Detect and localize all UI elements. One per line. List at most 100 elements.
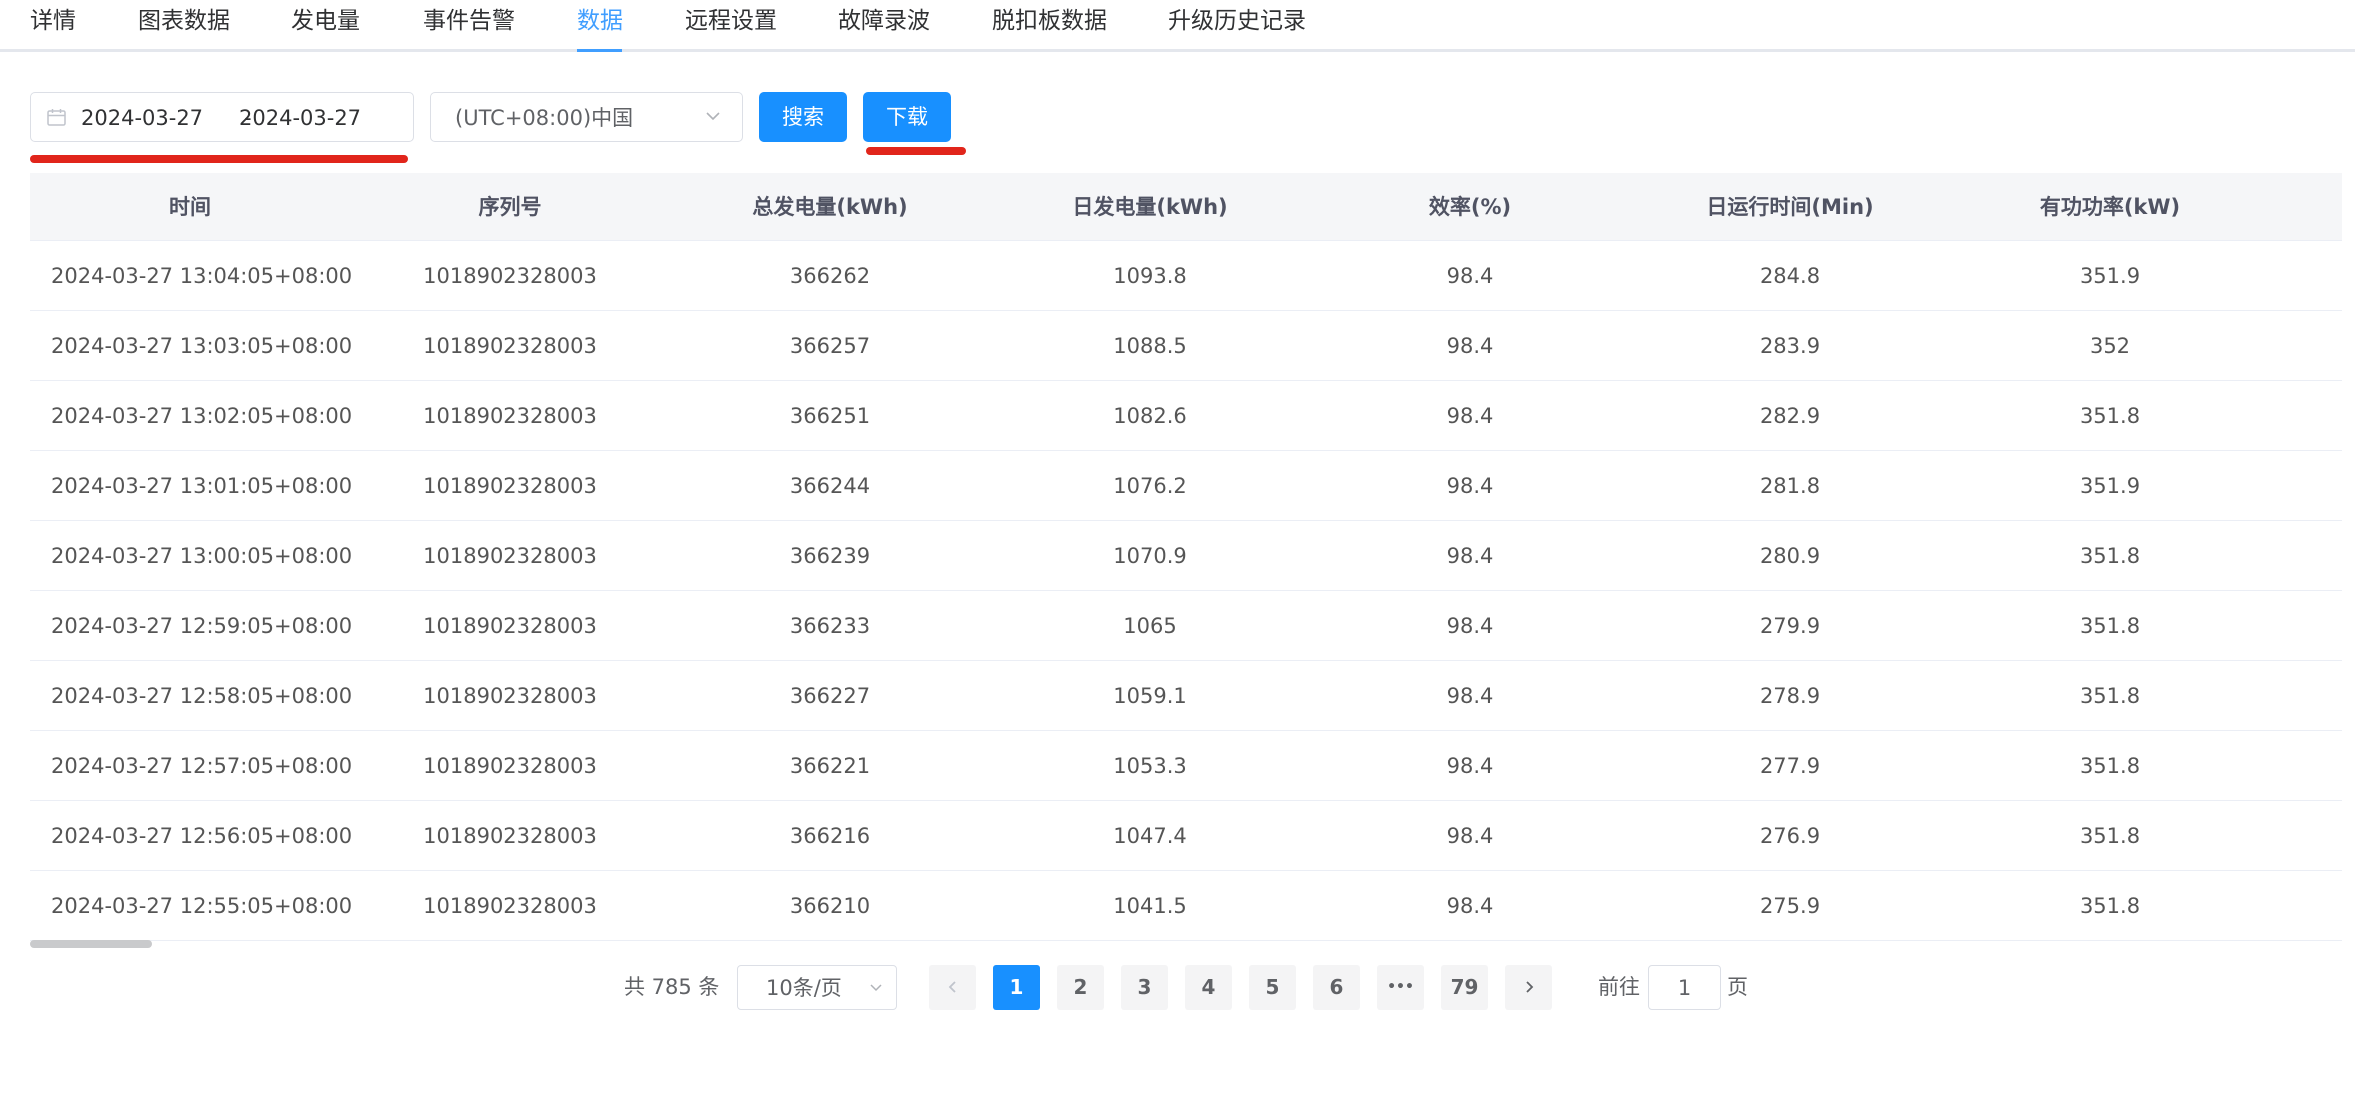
tab-trip-board-data[interactable]: 脱扣板数据	[992, 6, 1107, 36]
cell-efficiency: 98.4	[1446, 894, 1494, 918]
cell-total-energy: 366216	[789, 824, 871, 848]
cell-daily-energy: 1053.3	[1113, 754, 1187, 778]
cell-time: 2024-03-27 12:57:05+08:00	[51, 754, 353, 778]
table-row: 2024-03-27 13:03:05+08:00 1018902328003 36…	[30, 311, 2342, 381]
cell-serial: 1018902328003	[423, 474, 597, 498]
cell-daily-energy: 1070.9	[1113, 544, 1187, 568]
cell-total-energy: 366257	[789, 334, 871, 358]
next-page-button[interactable]	[1505, 965, 1552, 1010]
tab-generation[interactable]: 发电量	[291, 6, 360, 36]
cell-daily-runtime: 279.9	[1759, 614, 1821, 638]
cell-daily-energy: 1088.5	[1113, 334, 1187, 358]
tab-bar: 详情 图表数据 发电量 事件告警 数据 远程设置 故障录波 脱扣板数据 升级历史…	[0, 0, 2355, 52]
page-button-79[interactable]: 79	[1441, 965, 1488, 1010]
chevron-left-icon	[948, 981, 956, 993]
cell-efficiency: 98.4	[1446, 754, 1494, 778]
tab-upgrade-history[interactable]: 升级历史记录	[1168, 6, 1306, 36]
cell-active-power: 351.8	[2079, 824, 2141, 848]
table-row: 2024-03-27 12:58:05+08:00 1018902328003 36…	[30, 661, 2342, 731]
cell-active-power: 351.9	[2079, 474, 2141, 498]
date-range-picker[interactable]: 2024-03-27 - 2024-03-27	[30, 92, 414, 142]
cell-total-energy: 366210	[789, 894, 871, 918]
tab-remote-settings[interactable]: 远程设置	[685, 6, 777, 36]
cell-daily-energy: 1059.1	[1113, 684, 1187, 708]
goto-page-input[interactable]	[1648, 965, 1721, 1010]
page-suffix-label: 页	[1727, 975, 1748, 999]
cell-daily-runtime: 277.9	[1759, 754, 1821, 778]
goto-label: 前往	[1598, 975, 1640, 999]
tab-event-alarms[interactable]: 事件告警	[423, 6, 515, 36]
page-size-value: 10条/页	[766, 976, 842, 1000]
tab-details[interactable]: 详情	[30, 6, 76, 36]
cell-time: 2024-03-27 12:59:05+08:00	[51, 614, 353, 638]
page-button-6[interactable]: 6	[1313, 965, 1360, 1010]
cell-daily-runtime: 281.8	[1759, 474, 1821, 498]
cell-daily-energy: 1041.5	[1113, 894, 1187, 918]
cell-efficiency: 98.4	[1446, 824, 1494, 848]
cell-serial: 1018902328003	[423, 824, 597, 848]
cell-total-energy: 366239	[789, 544, 871, 568]
active-tab-indicator	[577, 49, 622, 52]
start-date-input[interactable]: 2024-03-27	[81, 104, 203, 132]
cell-serial: 1018902328003	[423, 894, 597, 918]
cell-total-energy: 366251	[789, 404, 871, 428]
timezone-select[interactable]: (UTC+08:00)中国	[430, 92, 743, 142]
tab-data[interactable]: 数据	[577, 6, 623, 36]
cell-daily-energy: 1047.4	[1113, 824, 1187, 848]
cell-efficiency: 98.4	[1446, 264, 1494, 288]
cell-daily-energy: 1076.2	[1113, 474, 1187, 498]
total-count: 共 785 条	[624, 975, 720, 999]
page-size-select[interactable]: 10条/页	[737, 965, 897, 1010]
cell-active-power: 351.9	[2079, 264, 2141, 288]
chevron-down-icon	[870, 984, 882, 992]
column-header-efficiency: 效率(%)	[1428, 195, 1512, 219]
cell-active-power: 351.8	[2079, 404, 2141, 428]
column-header-total-energy: 总发电量(kWh)	[752, 195, 908, 219]
cell-active-power: 352	[2089, 334, 2131, 358]
page-button-5[interactable]: 5	[1249, 965, 1296, 1010]
cell-daily-runtime: 283.9	[1759, 334, 1821, 358]
tab-chart-data[interactable]: 图表数据	[138, 6, 230, 36]
cell-serial: 1018902328003	[423, 544, 597, 568]
prev-page-button[interactable]	[929, 965, 976, 1010]
annotation-underline-download	[866, 147, 966, 155]
cell-total-energy: 366244	[789, 474, 871, 498]
page-button-1[interactable]: 1	[993, 965, 1040, 1010]
cell-serial: 1018902328003	[423, 684, 597, 708]
page-button-4[interactable]: 4	[1185, 965, 1232, 1010]
cell-serial: 1018902328003	[423, 404, 597, 428]
cell-efficiency: 98.4	[1446, 684, 1494, 708]
cell-active-power: 351.8	[2079, 754, 2141, 778]
table-header: 时间 序列号 总发电量(kWh) 日发电量(kWh) 效率(%) 日运行时间(M…	[30, 173, 2342, 241]
cell-serial: 1018902328003	[423, 754, 597, 778]
cell-time: 2024-03-27 12:56:05+08:00	[51, 824, 353, 848]
cell-time: 2024-03-27 12:55:05+08:00	[51, 894, 353, 918]
chevron-down-icon	[706, 112, 720, 121]
cell-daily-runtime: 280.9	[1759, 544, 1821, 568]
end-date-input[interactable]: 2024-03-27	[239, 104, 361, 132]
cell-serial: 1018902328003	[423, 614, 597, 638]
cell-efficiency: 98.4	[1446, 614, 1494, 638]
cell-daily-runtime: 282.9	[1759, 404, 1821, 428]
more-pages-button[interactable]: •••	[1377, 965, 1424, 1010]
search-button[interactable]: 搜索	[759, 92, 847, 142]
cell-efficiency: 98.4	[1446, 404, 1494, 428]
cell-time: 2024-03-27 13:02:05+08:00	[51, 404, 353, 428]
column-header-daily-runtime: 日运行时间(Min)	[1706, 195, 1874, 219]
tab-fault-recording[interactable]: 故障录波	[838, 6, 930, 36]
cell-time: 2024-03-27 13:00:05+08:00	[51, 544, 353, 568]
cell-daily-runtime: 276.9	[1759, 824, 1821, 848]
page-button-2[interactable]: 2	[1057, 965, 1104, 1010]
cell-total-energy: 366233	[789, 614, 871, 638]
horizontal-scrollbar[interactable]	[30, 940, 152, 948]
cell-daily-energy: 1093.8	[1113, 264, 1187, 288]
table-row: 2024-03-27 12:55:05+08:00 1018902328003 36…	[30, 871, 2342, 941]
cell-daily-energy: 1082.6	[1113, 404, 1187, 428]
table-row: 2024-03-27 13:00:05+08:00 1018902328003 36…	[30, 521, 2342, 591]
cell-total-energy: 366221	[789, 754, 871, 778]
page-button-3[interactable]: 3	[1121, 965, 1168, 1010]
table-row: 2024-03-27 13:02:05+08:00 1018902328003 36…	[30, 381, 2342, 451]
cell-time: 2024-03-27 13:04:05+08:00	[51, 264, 353, 288]
download-button[interactable]: 下载	[863, 92, 951, 142]
cell-total-energy: 366227	[789, 684, 871, 708]
